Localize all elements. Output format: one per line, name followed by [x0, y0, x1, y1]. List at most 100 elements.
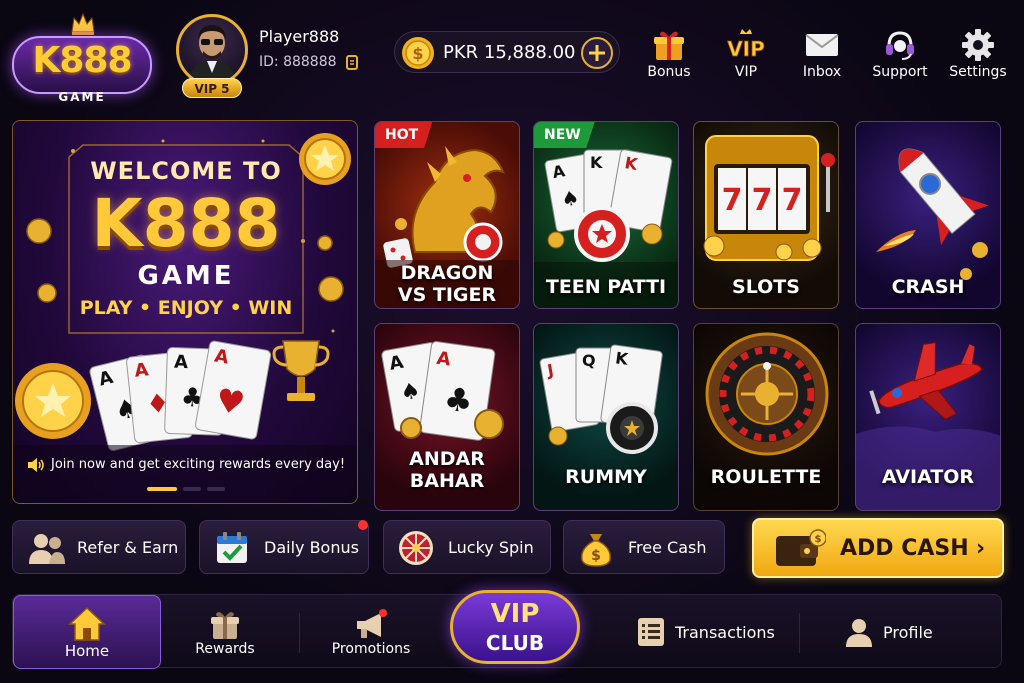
player-name: Player888: [259, 27, 340, 46]
megaphone-icon: [357, 609, 387, 638]
calendar-check-icon: [217, 532, 247, 563]
welcome-banner[interactable]: A ♠ A ♦ A ♣ A ♥ WELCOME TO K888 GAME PLA…: [12, 120, 358, 504]
nav-home[interactable]: Home: [13, 595, 161, 669]
game-name-line: VS TIGER: [397, 284, 497, 306]
speaker-icon: [28, 457, 44, 472]
svg-text:$: $: [412, 44, 423, 63]
action-label: Refer & Earn: [77, 538, 179, 557]
notification-dot: [358, 520, 368, 530]
svg-text:K: K: [590, 153, 603, 172]
coin-icon: $: [402, 37, 434, 69]
svg-text:$: $: [815, 534, 822, 545]
game-tile-aviator[interactable]: AVIATOR: [855, 323, 1001, 511]
svg-text:A: A: [133, 359, 149, 381]
vip-level-badge: VIP 5: [182, 78, 242, 98]
lucky-spin-button[interactable]: Lucky Spin: [383, 520, 551, 574]
game-tile-teen-patti[interactable]: A ♠ K K NEW TEEN PATTI: [533, 121, 679, 309]
new-ribbon: NEW: [534, 122, 595, 148]
action-label: Lucky Spin: [448, 538, 534, 557]
nav-transactions[interactable]: Transactions: [637, 617, 775, 647]
headset-icon: [886, 31, 914, 60]
nav-label: Bonus: [647, 64, 691, 80]
top-header: K888 GAME VIP 5 Player888 ID: 888888 $ P…: [0, 0, 1024, 108]
wheel-icon: [399, 531, 433, 565]
svg-text:Q: Q: [582, 351, 596, 370]
carousel-dot[interactable]: [207, 487, 225, 491]
crown-icon: [71, 12, 95, 35]
vip-club-line2: CLUB: [485, 631, 545, 655]
money-bag-icon: $: [581, 534, 611, 567]
banner-welcome-text: WELCOME TO: [90, 157, 282, 185]
banner-note: Join now and get exciting rewards every …: [27, 457, 357, 472]
nav-home-label: Home: [64, 642, 110, 660]
nav-profile[interactable]: Profile: [845, 617, 933, 647]
game-name: CRASH: [891, 276, 965, 298]
nav-label: Inbox: [802, 64, 842, 80]
carousel-dots[interactable]: [147, 487, 237, 491]
game-name: AVIATOR: [881, 466, 975, 488]
game-name: ANDAR BAHAR: [375, 448, 519, 492]
chevron-right-icon: ›: [976, 536, 986, 561]
copy-icon[interactable]: [345, 54, 359, 70]
balance-amount: PKR 15,888.00: [443, 42, 576, 63]
nav-promotions[interactable]: Promotions: [321, 595, 421, 669]
game-name: RUMMY: [565, 466, 647, 488]
nav-bonus[interactable]: Bonus: [634, 26, 704, 88]
game-tile-crash[interactable]: CRASH: [855, 121, 1001, 309]
game-name: TEEN PATTI: [545, 276, 667, 298]
svg-text:A: A: [435, 348, 452, 371]
svg-text:7: 7: [782, 183, 803, 218]
hot-ribbon: HOT: [375, 122, 433, 148]
player-avatar[interactable]: VIP 5: [174, 14, 250, 98]
nav-divider: [799, 613, 800, 653]
add-cash-label: ADD CASH: [840, 536, 969, 561]
logo-sub-text: GAME: [58, 90, 106, 104]
banner-tagline: PLAY • ENJOY • WIN: [79, 297, 293, 319]
nav-label: Settings: [949, 64, 1007, 80]
nav-rewards[interactable]: Rewards: [173, 595, 277, 669]
add-cash-button[interactable]: $ ADD CASH ›: [752, 518, 1004, 578]
game-name-line: DRAGON: [400, 262, 494, 284]
plus-icon[interactable]: [581, 37, 613, 69]
game-tile-rummy[interactable]: J Q K RUMMY: [533, 323, 679, 511]
game-tile-roulette[interactable]: ROULETTE: [693, 323, 839, 511]
carousel-dot-active[interactable]: [147, 487, 177, 491]
refer-earn-button[interactable]: Refer & Earn: [12, 520, 186, 574]
gift-icon: [654, 31, 684, 60]
nav-rewards-label: Rewards: [195, 641, 255, 657]
game-tile-andar-bahar[interactable]: A ♠ A ♣ ANDAR BAHAR: [374, 323, 520, 511]
action-label: Free Cash: [628, 538, 707, 557]
nav-profile-label: Profile: [883, 622, 933, 642]
banner-brand-text: K888: [91, 185, 281, 262]
vip-club-line1: VIP: [490, 599, 540, 629]
game-name-line: BAHAR: [409, 470, 485, 492]
daily-bonus-button[interactable]: Daily Bonus: [199, 520, 369, 574]
nav-vip[interactable]: VIP VIP: [711, 26, 781, 88]
nav-label: Support: [872, 64, 928, 80]
action-label: Daily Bonus: [264, 538, 359, 557]
game-name: DRAGON VS TIGER: [375, 262, 519, 306]
vip-icon: VIP: [727, 29, 765, 61]
user-portrait-icon: [187, 25, 237, 83]
nav-label: VIP: [734, 64, 758, 80]
free-cash-button[interactable]: $ Free Cash: [563, 520, 725, 574]
nav-settings[interactable]: Settings: [943, 26, 1013, 88]
game-name-line: ANDAR: [409, 448, 485, 470]
svg-text:7: 7: [722, 183, 743, 218]
list-icon: [638, 618, 664, 646]
users-icon: [29, 534, 65, 564]
banner-note-text: Join now and get exciting rewards every …: [51, 457, 346, 472]
svg-text:7: 7: [752, 183, 773, 218]
svg-text:A: A: [174, 352, 189, 373]
logo-brand-text: K888: [32, 40, 132, 81]
nav-support[interactable]: Support: [865, 26, 935, 88]
game-tile-slots[interactable]: 7 7 7 SLOTS: [693, 121, 839, 309]
nav-inbox[interactable]: Inbox: [787, 26, 857, 88]
carousel-dot[interactable]: [183, 487, 201, 491]
game-tile-dragon-tiger[interactable]: HOT DRAGON VS TIGER: [374, 121, 520, 309]
wallet-balance[interactable]: $ PKR 15,888.00: [394, 31, 620, 73]
svg-text:♣: ♣: [442, 379, 476, 421]
vip-club-button[interactable]: VIP CLUB: [450, 590, 580, 664]
nav-promotions-label: Promotions: [331, 641, 411, 657]
brand-logo[interactable]: K888 GAME: [12, 12, 152, 104]
